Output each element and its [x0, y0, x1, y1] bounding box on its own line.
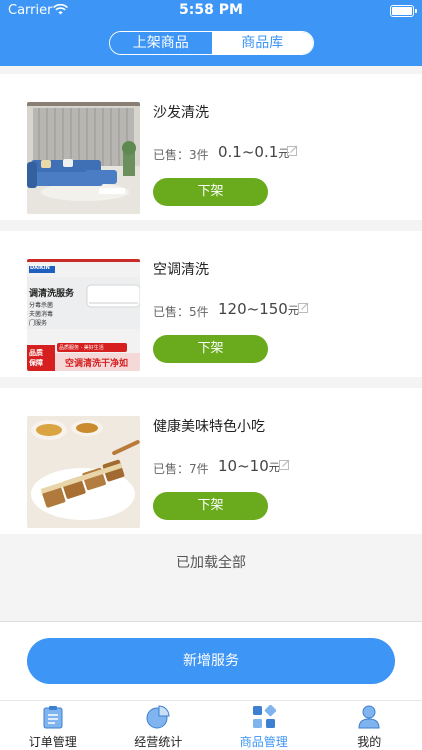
- product-title: 沙发清洗: [153, 105, 209, 121]
- product-image: DAIKIN 调清洗服务 分毒杀菌 夫菌消毒 门服务 品质服务 · 美好生活 品…: [27, 259, 140, 371]
- tab-product-library[interactable]: 商品库: [211, 32, 313, 54]
- ac-banner-badge-left: 保障: [29, 359, 43, 367]
- product-card[interactable]: 健康美味特色小吃 已售：7件 10~10元 下架: [0, 388, 422, 534]
- tab-mine[interactable]: 我的: [317, 701, 422, 750]
- ac-brand: DAIKIN: [30, 265, 50, 271]
- grid-icon: [252, 705, 276, 728]
- ac-banner-line: 夫菌消毒: [29, 311, 54, 318]
- list-end-label: 已加载全部: [176, 555, 246, 571]
- delist-button[interactable]: 下架: [153, 492, 268, 520]
- product-image: [27, 102, 140, 214]
- tab-label: 订单管理: [28, 735, 77, 749]
- ac-banner-line: 门服务: [29, 320, 48, 327]
- ac-banner-badge-left: 品质: [29, 349, 43, 357]
- tab-orders[interactable]: 订单管理: [0, 701, 106, 750]
- edit-icon[interactable]: [287, 145, 298, 156]
- product-title: 健康美味特色小吃: [153, 419, 265, 435]
- status-bar: Carrier 5:58 PM: [0, 0, 422, 22]
- ac-banner-slogan: 空调清洗干净如: [65, 359, 129, 369]
- pie-chart-icon: [146, 705, 170, 729]
- tab-label: 商品管理: [239, 735, 288, 749]
- clipboard-icon: [43, 706, 63, 729]
- sold-count: 已售：5件: [153, 305, 209, 319]
- person-icon: [358, 705, 380, 729]
- tab-products[interactable]: 商品管理: [211, 701, 317, 750]
- segmented-control: 上架商品 商品库: [109, 31, 314, 55]
- battery-icon: [390, 5, 417, 17]
- ac-banner-title: 调清洗服务: [29, 289, 75, 299]
- product-card[interactable]: 沙发清洗 已售：3件 0.1~0.1元 下架: [0, 74, 422, 220]
- product-card[interactable]: DAIKIN 调清洗服务 分毒杀菌 夫菌消毒 门服务 品质服务 · 美好生活 品…: [0, 231, 422, 377]
- ac-banner-line: 分毒杀菌: [29, 302, 54, 309]
- tab-listed-products[interactable]: 上架商品: [110, 32, 212, 54]
- add-service-button[interactable]: 新增服务: [27, 638, 395, 684]
- header: Carrier 5:58 PM 上架商品 商品库: [0, 0, 422, 66]
- sold-count: 已售：3件: [153, 148, 209, 162]
- price-range: 0.1~0.1元: [218, 143, 290, 161]
- product-image: [27, 416, 140, 528]
- edit-icon[interactable]: [298, 302, 309, 313]
- delist-button[interactable]: 下架: [153, 178, 268, 206]
- tab-statistics[interactable]: 经营统计: [106, 701, 212, 750]
- product-title: 空调清洗: [153, 262, 209, 278]
- price-range: 10~10元: [218, 457, 280, 475]
- ac-banner-badge: 品质服务 · 美好生活: [59, 345, 104, 351]
- tab-bar: 订单管理 经营统计 商品管理 我的: [0, 700, 422, 750]
- sold-count: 已售：7件: [153, 462, 209, 476]
- clock: 5:58 PM: [179, 2, 243, 18]
- edit-icon[interactable]: [279, 459, 290, 470]
- price-range: 120~150元: [218, 300, 299, 318]
- tab-label: 我的: [357, 735, 382, 749]
- tab-label: 经营统计: [134, 735, 183, 749]
- delist-button[interactable]: 下架: [153, 335, 268, 363]
